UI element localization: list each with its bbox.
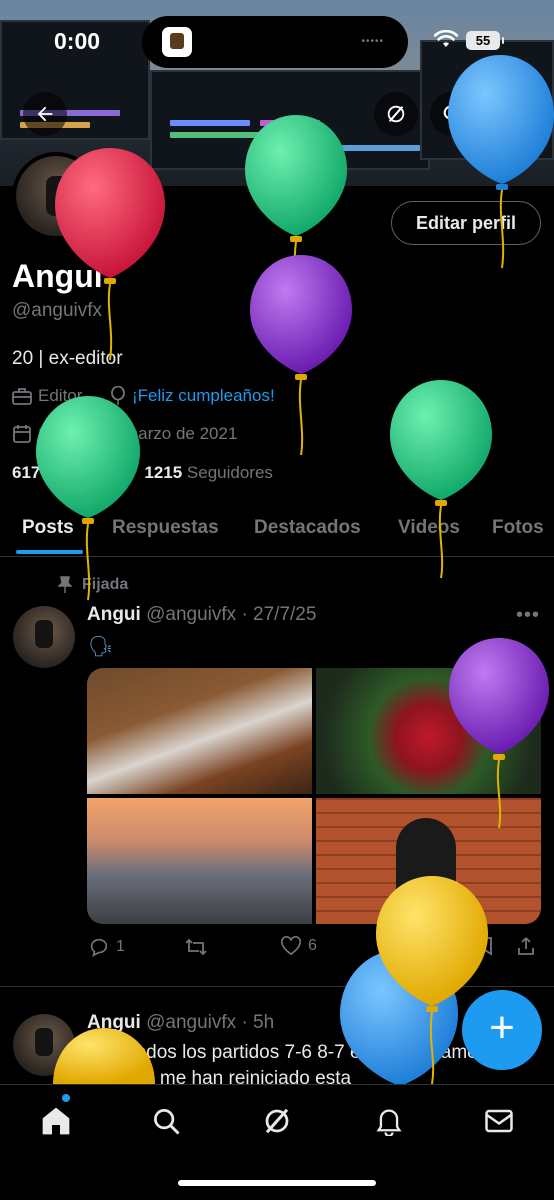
following-link[interactable]: 617 Siguiendo bbox=[12, 463, 121, 482]
grok-icon bbox=[265, 1108, 289, 1134]
like-action[interactable]: 6 bbox=[280, 936, 317, 956]
reply-icon bbox=[90, 938, 108, 957]
like-icon bbox=[281, 936, 301, 956]
grok-icon bbox=[387, 105, 405, 123]
post-media-grid[interactable] bbox=[87, 668, 541, 924]
search-icon bbox=[443, 105, 461, 123]
profile-avatar[interactable] bbox=[12, 152, 100, 240]
speaking-head-icon: 🗣 bbox=[88, 636, 114, 658]
briefcase-icon bbox=[12, 388, 32, 405]
nav-home[interactable] bbox=[38, 1103, 74, 1139]
share-button[interactable] bbox=[486, 92, 530, 136]
back-arrow-icon bbox=[37, 106, 53, 122]
post-header: Angui @anguivfx · 5h bbox=[87, 1012, 274, 1034]
profile-bio: 20 | ex-editor bbox=[12, 348, 123, 369]
nav-explore[interactable] bbox=[148, 1103, 184, 1139]
back-button[interactable] bbox=[23, 92, 67, 136]
views-count: 398 bbox=[404, 937, 431, 954]
more-options-icon[interactable]: ••• bbox=[516, 604, 540, 627]
profile-job: Editor bbox=[12, 386, 82, 406]
post-avatar[interactable] bbox=[13, 1014, 75, 1076]
search-button[interactable] bbox=[430, 92, 474, 136]
edit-profile-button[interactable]: Editar perfil bbox=[391, 201, 541, 245]
notifications-icon bbox=[376, 1109, 402, 1136]
reply-action[interactable]: 1 bbox=[88, 936, 125, 958]
tab-videos[interactable]: Videos bbox=[398, 517, 460, 539]
nav-messages[interactable] bbox=[481, 1103, 517, 1139]
profile-handle: @anguivfx bbox=[12, 300, 103, 321]
home-notification-dot bbox=[62, 1094, 70, 1102]
nav-notifications[interactable] bbox=[371, 1103, 407, 1139]
balloon-icon bbox=[111, 386, 125, 405]
retweet-icon bbox=[185, 938, 207, 956]
job-label: Editor bbox=[38, 386, 83, 405]
like-count: 6 bbox=[308, 937, 317, 954]
nav-grok[interactable] bbox=[259, 1103, 295, 1139]
bookmark-action[interactable] bbox=[476, 936, 494, 956]
profile-joined: Se unió en marzo de 2021 bbox=[12, 424, 237, 444]
island-dots: ••••• bbox=[361, 36, 384, 47]
post-header: Angui @anguivfx · 27/7/25 bbox=[87, 604, 316, 626]
tab-respuestas[interactable]: Respuestas bbox=[112, 517, 219, 539]
views-icon bbox=[380, 940, 397, 954]
follow-stats: 617 Siguiendo 1215 Seguidores bbox=[12, 463, 273, 483]
status-bar: 0:00 ••••• 55 bbox=[0, 0, 554, 80]
media-photo-person[interactable] bbox=[316, 798, 541, 924]
messages-icon bbox=[485, 1109, 513, 1133]
followers-link[interactable]: 1215 Seguidores bbox=[144, 463, 273, 482]
media-photo-food[interactable] bbox=[87, 668, 312, 794]
active-tab-indicator bbox=[16, 550, 83, 554]
post-divider bbox=[0, 986, 554, 987]
pinned-label: Fijada bbox=[58, 576, 128, 594]
status-time: 0:00 bbox=[54, 28, 101, 54]
home-indicator bbox=[178, 1180, 376, 1186]
share-icon bbox=[499, 105, 517, 123]
post-meta: @anguivfx · 27/7/25 bbox=[146, 604, 317, 625]
reply-count: 1 bbox=[116, 938, 125, 955]
post-avatar[interactable] bbox=[13, 606, 75, 668]
share-icon bbox=[518, 937, 534, 955]
battery-indicator: 55 bbox=[466, 31, 504, 50]
profile-birthday[interactable]: ¡Feliz cumpleaños! bbox=[110, 386, 275, 406]
profile-tabs: Posts Respuestas Destacados Videos Fotos bbox=[0, 505, 554, 557]
views-action[interactable]: 398 bbox=[378, 936, 431, 956]
home-icon bbox=[42, 1107, 70, 1135]
pin-icon bbox=[58, 576, 72, 593]
tab-fotos[interactable]: Fotos bbox=[492, 517, 544, 539]
tab-destacados[interactable]: Destacados bbox=[254, 517, 361, 539]
birthday-link[interactable]: ¡Feliz cumpleaños! bbox=[132, 386, 275, 406]
dynamic-island: ••••• bbox=[142, 16, 408, 68]
wifi-icon bbox=[434, 30, 458, 47]
app-icon bbox=[162, 27, 192, 57]
post-meta: @anguivfx · 5h bbox=[146, 1012, 275, 1033]
post-author[interactable]: Angui bbox=[87, 1012, 141, 1033]
profile-name: Angui bbox=[12, 258, 103, 294]
explore-icon bbox=[154, 1109, 180, 1135]
compose-button[interactable]: + bbox=[462, 990, 542, 1070]
post-author[interactable]: Angui bbox=[87, 604, 141, 625]
bookmark-icon bbox=[478, 937, 492, 956]
share-post-action[interactable] bbox=[516, 936, 536, 956]
media-photo-sunset[interactable] bbox=[87, 798, 312, 924]
grok-button[interactable] bbox=[374, 92, 418, 136]
calendar-icon bbox=[13, 425, 31, 443]
retweet-action[interactable] bbox=[184, 936, 208, 958]
tab-posts[interactable]: Posts bbox=[22, 517, 74, 539]
media-photo-roses[interactable] bbox=[316, 668, 541, 794]
joined-label: Se unió en marzo de 2021 bbox=[38, 424, 238, 443]
